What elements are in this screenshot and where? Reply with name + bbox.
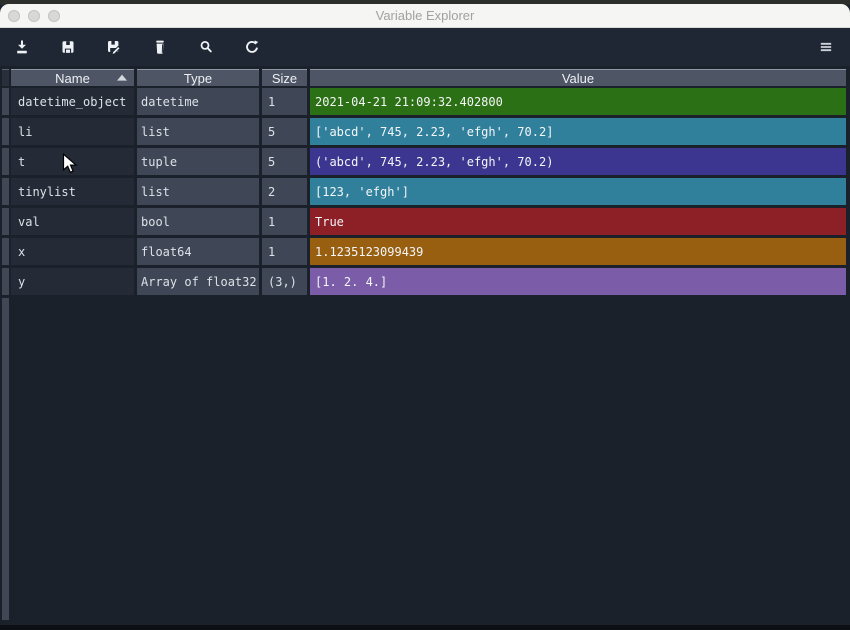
table-row[interactable]: tinylist list 2 [123, 'efgh'] <box>11 178 846 205</box>
column-header-size[interactable]: Size <box>262 69 307 86</box>
variables-table: Name Type Size Value datetime_object dat… <box>2 69 846 620</box>
hamburger-icon <box>818 39 834 55</box>
variable-size-cell[interactable]: 5 <box>262 148 307 175</box>
save-icon <box>60 39 76 55</box>
save-data-button[interactable] <box>56 33 80 61</box>
row-header-segment[interactable] <box>2 88 9 115</box>
variable-value-cell[interactable]: ['abcd', 745, 2.23, 'efgh', 70.2] <box>310 118 846 145</box>
minimize-button[interactable] <box>28 10 40 22</box>
variable-size-cell[interactable]: 1 <box>262 208 307 235</box>
variable-value-cell[interactable]: True <box>310 208 846 235</box>
variable-name-cell[interactable]: x <box>11 238 134 265</box>
variable-size-cell[interactable]: 1 <box>262 88 307 115</box>
variables-table-area: Name Type Size Value datetime_object dat… <box>0 66 850 625</box>
variable-name-cell[interactable]: tinylist <box>11 178 134 205</box>
refresh-icon <box>244 39 260 55</box>
variable-name-cell[interactable]: li <box>11 118 134 145</box>
variable-value-cell[interactable]: 2021-04-21 21:09:32.402800 <box>310 88 846 115</box>
search-button[interactable] <box>194 33 218 61</box>
variable-name-cell[interactable]: val <box>11 208 134 235</box>
variable-value-cell[interactable]: [1. 2. 4.] <box>310 268 846 295</box>
row-header-segment[interactable] <box>2 238 9 265</box>
column-header-type-label: Type <box>184 71 212 86</box>
variable-type-cell[interactable]: tuple <box>137 148 259 175</box>
variable-size-cell[interactable]: (3,) <box>262 268 307 295</box>
variable-type-cell[interactable]: float64 <box>137 238 259 265</box>
sort-ascending-icon <box>117 75 127 81</box>
variable-size-cell[interactable]: 1 <box>262 238 307 265</box>
vertical-header-corner <box>2 69 9 86</box>
column-header-value-label: Value <box>562 71 594 86</box>
table-grid: Name Type Size Value datetime_object dat… <box>11 69 846 620</box>
import-data-button[interactable] <box>10 33 34 61</box>
variable-type-cell[interactable]: list <box>137 178 259 205</box>
traffic-lights <box>8 4 60 28</box>
variable-type-cell[interactable]: bool <box>137 208 259 235</box>
save-data-as-button[interactable] <box>102 33 126 61</box>
variable-name-cell[interactable]: t <box>11 148 134 175</box>
variable-type-cell[interactable]: list <box>137 118 259 145</box>
row-header-segment[interactable] <box>2 178 9 205</box>
table-row[interactable]: datetime_object datetime 1 2021-04-21 21… <box>11 88 846 115</box>
variable-type-cell[interactable]: datetime <box>137 88 259 115</box>
close-button[interactable] <box>8 10 20 22</box>
variable-explorer-window: Variable Explorer <box>0 0 850 630</box>
options-menu-button[interactable] <box>814 33 838 61</box>
download-icon <box>14 39 30 55</box>
variable-value-cell[interactable]: ('abcd', 745, 2.23, 'efgh', 70.2) <box>310 148 846 175</box>
table-header-row: Name Type Size Value <box>11 69 846 86</box>
window-bottom-edge <box>0 625 850 630</box>
titlebar[interactable]: Variable Explorer <box>0 4 850 28</box>
vertical-header-fill <box>2 298 9 620</box>
vertical-header <box>2 69 9 620</box>
table-row[interactable]: y Array of float32 (3,) [1. 2. 4.] <box>11 268 846 295</box>
variable-value-cell[interactable]: 1.1235123099439 <box>310 238 846 265</box>
row-header-segment[interactable] <box>2 148 9 175</box>
variable-name-cell[interactable]: datetime_object <box>11 88 134 115</box>
table-row[interactable]: t tuple 5 ('abcd', 745, 2.23, 'efgh', 70… <box>11 148 846 175</box>
refresh-button[interactable] <box>240 33 264 61</box>
row-header-segment[interactable] <box>2 208 9 235</box>
column-header-size-label: Size <box>272 71 297 86</box>
remove-variable-button[interactable] <box>148 33 172 61</box>
row-header-segment[interactable] <box>2 118 9 145</box>
variable-name-cell[interactable]: y <box>11 268 134 295</box>
window-title: Variable Explorer <box>0 8 850 23</box>
save-as-icon <box>106 39 122 55</box>
column-header-type[interactable]: Type <box>137 69 259 86</box>
row-header-segment[interactable] <box>2 268 9 295</box>
variable-type-cell[interactable]: Array of float32 <box>137 268 259 295</box>
column-header-value[interactable]: Value <box>310 69 846 86</box>
zoom-button[interactable] <box>48 10 60 22</box>
variable-size-cell[interactable]: 5 <box>262 118 307 145</box>
variable-size-cell[interactable]: 2 <box>262 178 307 205</box>
table-row[interactable]: val bool 1 True <box>11 208 846 235</box>
table-row[interactable]: x float64 1 1.1235123099439 <box>11 238 846 265</box>
table-row[interactable]: li list 5 ['abcd', 745, 2.23, 'efgh', 70… <box>11 118 846 145</box>
search-icon <box>198 39 214 55</box>
trash-icon <box>152 39 168 55</box>
toolbar <box>0 28 850 66</box>
column-header-name-label: Name <box>55 71 90 86</box>
variable-value-cell[interactable]: [123, 'efgh'] <box>310 178 846 205</box>
column-header-name[interactable]: Name <box>11 69 134 86</box>
